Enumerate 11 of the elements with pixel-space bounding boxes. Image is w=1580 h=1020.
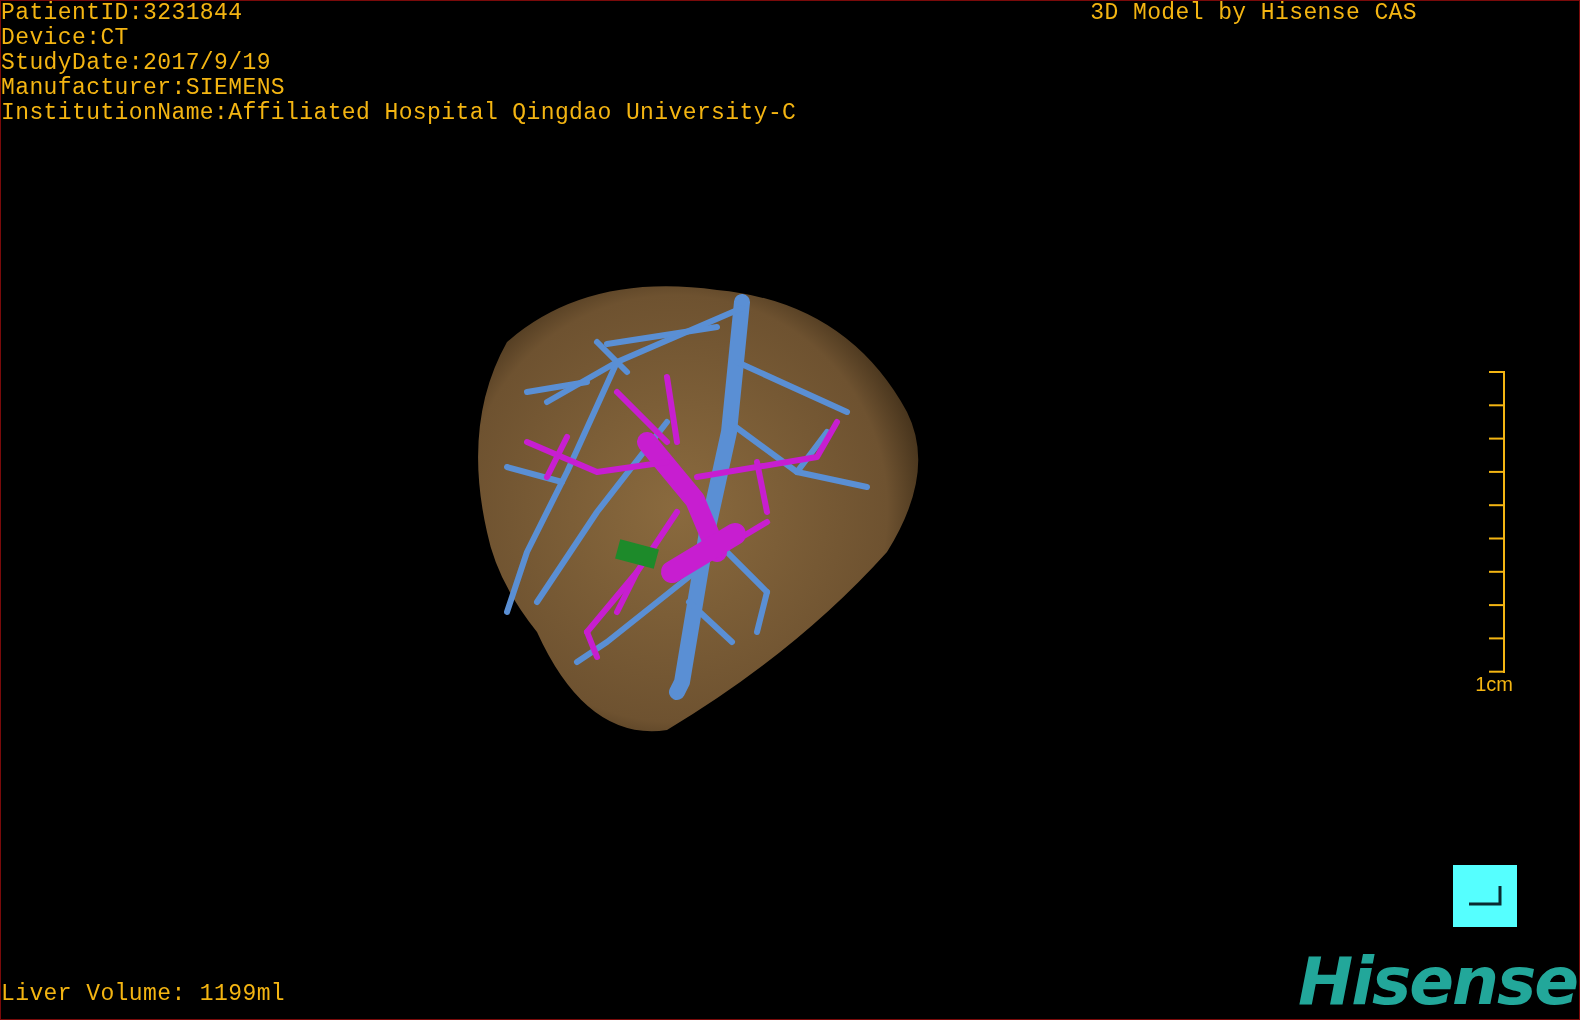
- liver-volume: Liver Volume: 1199ml: [1, 982, 286, 1007]
- study-info-line: Manufacturer:SIEMENS: [1, 76, 287, 101]
- brand-logo: Hisense: [1298, 951, 1577, 1013]
- study-info-line: StudyDate:2017/9/19: [1, 51, 272, 76]
- corner-view-button[interactable]: [1453, 865, 1517, 927]
- corner-icon: [1468, 885, 1502, 907]
- scale-label: 1cm: [1475, 673, 1513, 695]
- study-info-line: Device:CT: [1, 26, 130, 51]
- model-credit: 3D Model by Hisense CAS: [1090, 1, 1417, 26]
- study-info-line: InstitutionName:Affiliated Hospital Qingdao University-C: [1, 101, 797, 126]
- study-info-line: PatientID:3231844: [1, 1, 244, 26]
